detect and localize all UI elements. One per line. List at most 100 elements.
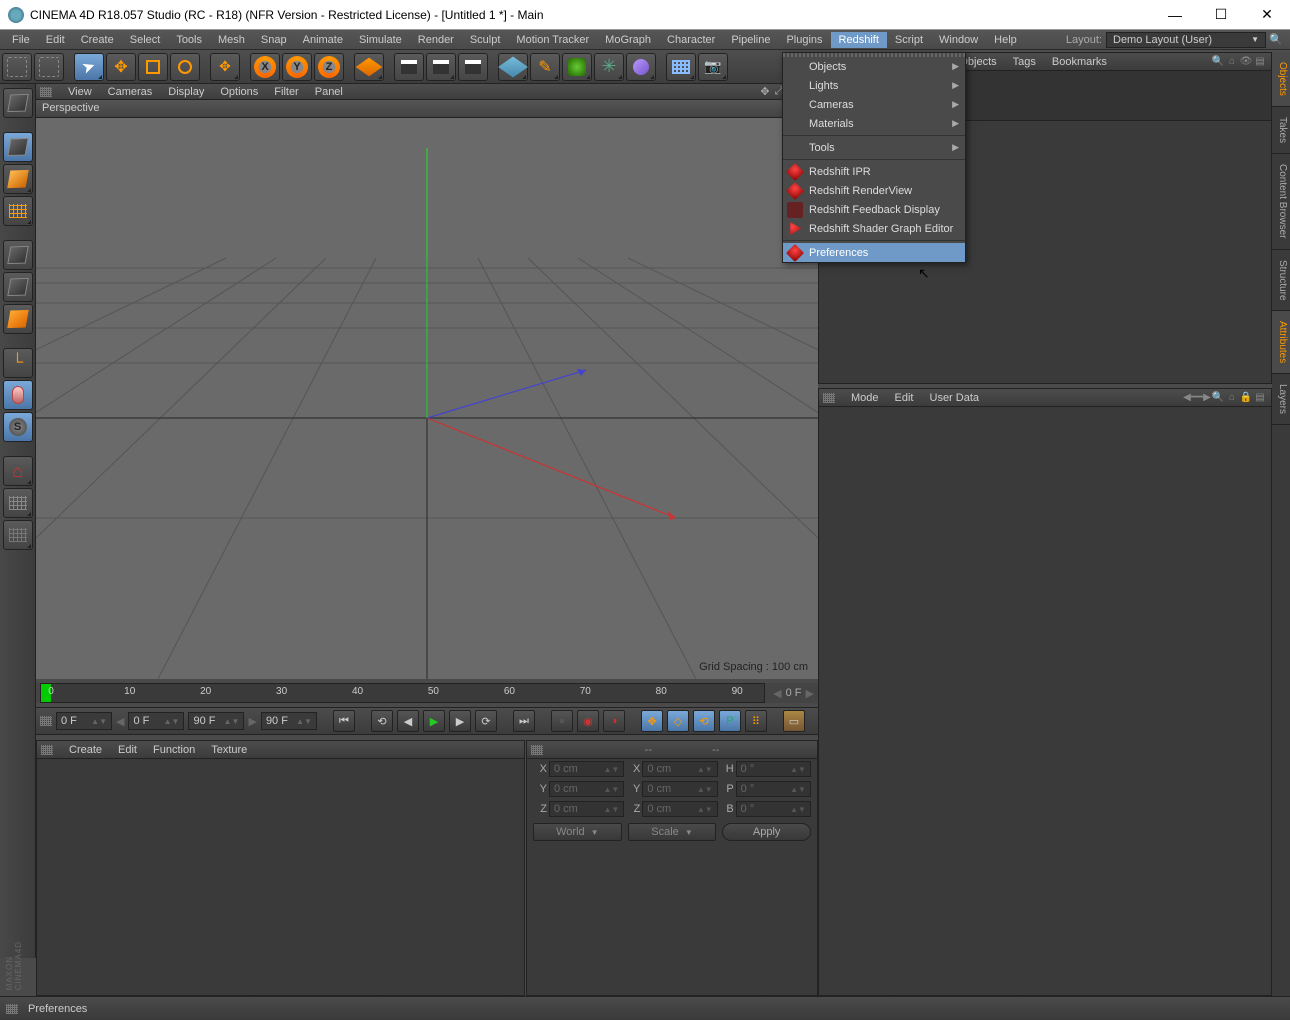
rotate-tool[interactable] bbox=[170, 53, 200, 81]
dd-materials[interactable]: Materials▶ bbox=[783, 114, 965, 133]
dd-redshift-ipr[interactable]: Redshift IPR bbox=[783, 162, 965, 181]
layout-dropdown[interactable]: Demo Layout (User)▼ bbox=[1106, 32, 1266, 48]
coord-X-size[interactable]: 0 cm▲▼ bbox=[642, 761, 717, 777]
attr-search-icon[interactable]: 🔍 bbox=[1211, 392, 1225, 403]
dd-redshift-feedback-display[interactable]: Redshift Feedback Display bbox=[783, 200, 965, 219]
coord-world-dd[interactable]: World ▼ bbox=[533, 823, 622, 841]
attr-home-icon[interactable]: ⌂ bbox=[1225, 392, 1239, 403]
tweak-mode[interactable] bbox=[3, 380, 33, 410]
vp-menu-filter[interactable]: Filter bbox=[266, 86, 306, 98]
undo-button[interactable] bbox=[2, 53, 32, 81]
menu-render[interactable]: Render bbox=[410, 32, 462, 48]
sidetab-attributes[interactable]: Attributes bbox=[1272, 311, 1290, 374]
key-rot[interactable]: ⟲ bbox=[693, 710, 715, 732]
menu-mograph[interactable]: MoGraph bbox=[597, 32, 659, 48]
axis-tool[interactable]: └ bbox=[3, 348, 33, 378]
attr-fwd-icon[interactable]: ━▶ bbox=[1197, 392, 1211, 403]
menu-tools[interactable]: Tools bbox=[168, 32, 210, 48]
key-pla[interactable]: ⠿ bbox=[745, 710, 767, 732]
menu-snap[interactable]: Snap bbox=[253, 32, 295, 48]
menu-character[interactable]: Character bbox=[659, 32, 723, 48]
menu-redshift[interactable]: Redshift bbox=[831, 32, 887, 48]
menu-mesh[interactable]: Mesh bbox=[210, 32, 253, 48]
menu-motion-tracker[interactable]: Motion Tracker bbox=[508, 32, 597, 48]
y-axis-lock[interactable]: Y bbox=[282, 53, 312, 81]
attr-menu-edit[interactable]: Edit bbox=[887, 392, 922, 404]
add-deformer[interactable]: ✳ bbox=[594, 53, 624, 81]
attr-menu-mode[interactable]: Mode bbox=[843, 392, 887, 404]
coord-system[interactable] bbox=[354, 53, 384, 81]
coord-H-rot[interactable]: 0 °▲▼ bbox=[736, 761, 811, 777]
obj-menu-bookmarks[interactable]: Bookmarks bbox=[1044, 56, 1115, 68]
menu-edit[interactable]: Edit bbox=[38, 32, 73, 48]
timeline-ruler[interactable]: 0102030405060708090 ◀ 0 F ▶ bbox=[36, 683, 818, 703]
menu-create[interactable]: Create bbox=[73, 32, 122, 48]
model-mode[interactable] bbox=[3, 132, 33, 162]
coord-X-pos[interactable]: 0 cm▲▼ bbox=[549, 761, 624, 777]
add-floor[interactable] bbox=[666, 53, 696, 81]
dd-redshift-renderview[interactable]: Redshift RenderView bbox=[783, 181, 965, 200]
goto-prevkey[interactable]: ⟲ bbox=[371, 710, 393, 732]
live-select-tool[interactable]: ➤ bbox=[74, 53, 104, 81]
menu-help[interactable]: Help bbox=[986, 32, 1025, 48]
vp-menu-display[interactable]: Display bbox=[160, 86, 212, 98]
sidetab-structure[interactable]: Structure bbox=[1272, 250, 1290, 312]
maximize-button[interactable]: ☐ bbox=[1198, 0, 1244, 29]
mat-menu-edit[interactable]: Edit bbox=[110, 744, 145, 756]
minimize-button[interactable]: — bbox=[1152, 0, 1198, 29]
coord-Z-pos[interactable]: 0 cm▲▼ bbox=[549, 801, 624, 817]
sidetab-takes[interactable]: Takes bbox=[1272, 107, 1290, 154]
vp-menu-cameras[interactable]: Cameras bbox=[100, 86, 161, 98]
prev-frame[interactable]: ◀ bbox=[397, 710, 419, 732]
obj-menu-tags[interactable]: Tags bbox=[1005, 56, 1044, 68]
edges-mode[interactable] bbox=[3, 272, 33, 302]
sidetab-content-browser[interactable]: Content Browser bbox=[1272, 154, 1290, 249]
vp-menu-options[interactable]: Options bbox=[212, 86, 266, 98]
sidetab-layers[interactable]: Layers bbox=[1272, 374, 1290, 425]
x-axis-lock[interactable]: X bbox=[250, 53, 280, 81]
frame-start[interactable]: 0 F▲▼ bbox=[128, 712, 184, 730]
render-view[interactable] bbox=[394, 53, 424, 81]
menu-pipeline[interactable]: Pipeline bbox=[723, 32, 778, 48]
key-param[interactable]: P bbox=[719, 710, 741, 732]
attr-back-icon[interactable]: ◀━ bbox=[1183, 392, 1197, 403]
render-pv[interactable] bbox=[426, 53, 456, 81]
attr-lock-icon[interactable]: 🔒 bbox=[1239, 392, 1253, 403]
viewport-3d[interactable]: Y X Z Grid Spacing : 100 cm bbox=[36, 118, 818, 679]
workplane-mode[interactable] bbox=[3, 196, 33, 226]
list-icon[interactable]: ▤ bbox=[1253, 56, 1267, 67]
locked-workplane[interactable] bbox=[3, 520, 33, 550]
points-mode[interactable] bbox=[3, 240, 33, 270]
dd-preferences[interactable]: Preferences bbox=[783, 243, 965, 262]
close-button[interactable]: ✕ bbox=[1244, 0, 1290, 29]
coord-Y-pos[interactable]: 0 cm▲▼ bbox=[549, 781, 624, 797]
menu-sculpt[interactable]: Sculpt bbox=[462, 32, 509, 48]
workplane-snap[interactable] bbox=[3, 488, 33, 518]
menu-file[interactable]: File bbox=[4, 32, 38, 48]
menu-search-icon[interactable]: 🔍 bbox=[1266, 33, 1286, 46]
frame-total[interactable]: 90 F▲▼ bbox=[261, 712, 317, 730]
goto-end[interactable]: ⏭ bbox=[513, 710, 535, 732]
menu-simulate[interactable]: Simulate bbox=[351, 32, 410, 48]
add-environment[interactable] bbox=[626, 53, 656, 81]
menu-window[interactable]: Window bbox=[931, 32, 986, 48]
frame-current[interactable]: 0 F▲▼ bbox=[56, 712, 112, 730]
coord-P-rot[interactable]: 0 °▲▼ bbox=[736, 781, 811, 797]
z-axis-lock[interactable]: Z bbox=[314, 53, 344, 81]
home-icon[interactable]: ⌂ bbox=[1225, 56, 1239, 67]
snap-toggle[interactable]: ⌂ bbox=[3, 456, 33, 486]
search-icon[interactable]: 🔍 bbox=[1211, 56, 1225, 67]
next-frame[interactable]: ▶ bbox=[449, 710, 471, 732]
render-settings[interactable] bbox=[458, 53, 488, 81]
dd-redshift-shader-graph-editor[interactable]: Redshift Shader Graph Editor bbox=[783, 219, 965, 238]
play-button[interactable]: ▶ bbox=[423, 710, 445, 732]
goto-start[interactable]: ⏮ bbox=[333, 710, 355, 732]
goto-nextkey[interactable]: ⟳ bbox=[475, 710, 497, 732]
vp-menu-panel[interactable]: Panel bbox=[307, 86, 351, 98]
menu-plugins[interactable]: Plugins bbox=[778, 32, 830, 48]
dd-cameras[interactable]: Cameras▶ bbox=[783, 95, 965, 114]
make-editable[interactable] bbox=[3, 88, 33, 118]
move-tool[interactable]: ✥ bbox=[106, 53, 136, 81]
scale-tool[interactable] bbox=[138, 53, 168, 81]
record-key[interactable]: ● bbox=[551, 710, 573, 732]
